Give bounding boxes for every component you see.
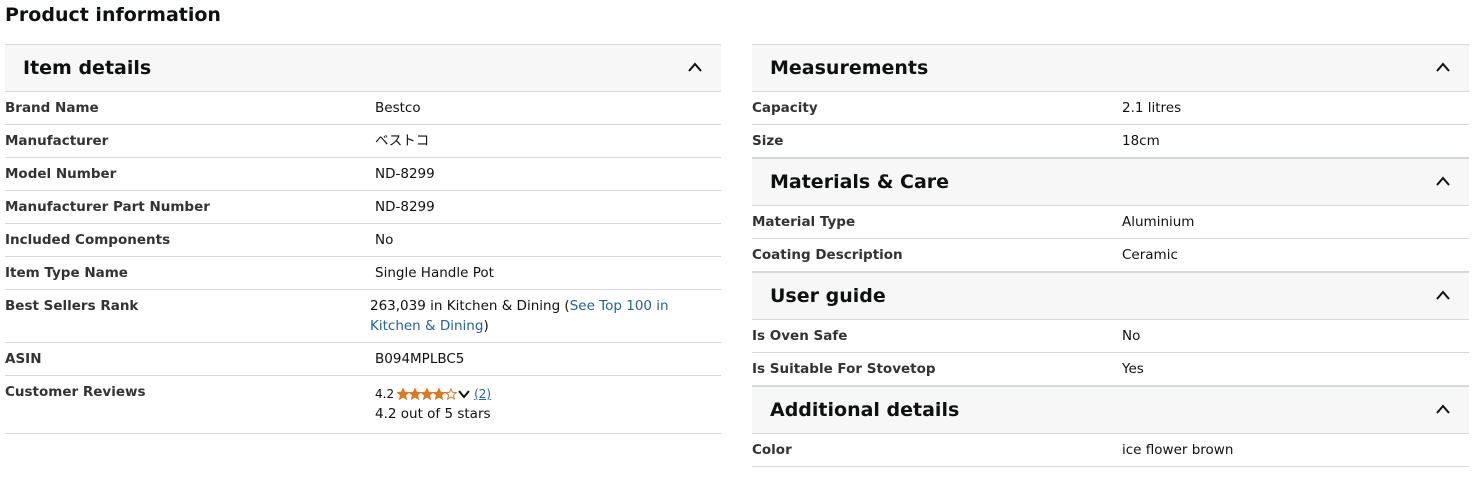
table-row: Coating Description Ceramic bbox=[752, 239, 1469, 272]
row-label: Capacity bbox=[752, 100, 818, 116]
table-row: Manufacturer ベストコ bbox=[5, 125, 721, 158]
star-icon bbox=[421, 388, 434, 400]
table-row: Brand Name Bestco bbox=[5, 92, 721, 125]
row-value: 2.1 litres bbox=[1122, 100, 1182, 116]
row-value: Single Handle Pot bbox=[375, 265, 494, 281]
rating-number: 4.2 bbox=[375, 387, 395, 401]
chevron-up-icon bbox=[1436, 290, 1450, 300]
rating-line[interactable]: 4.2 (2) bbox=[375, 384, 491, 404]
best-sellers-rank-row: Best Sellers Rank 263,039 in Kitchen & D… bbox=[5, 290, 721, 343]
row-value: ベストコ bbox=[375, 133, 430, 149]
table-row: Item Type Name Single Handle Pot bbox=[5, 257, 721, 290]
chevron-up-icon bbox=[1436, 62, 1450, 72]
row-value: ND-8299 bbox=[375, 166, 435, 182]
item-details-title: Item details bbox=[23, 57, 152, 79]
asin-value: B094MPLBC5 bbox=[375, 351, 465, 367]
materials-header[interactable]: Materials & Care bbox=[752, 158, 1469, 206]
table-row: Capacity 2.1 litres bbox=[752, 92, 1469, 125]
star-rating[interactable] bbox=[397, 388, 458, 400]
star-icon bbox=[445, 388, 458, 400]
star-icon bbox=[409, 388, 422, 400]
additional-details-header[interactable]: Additional details bbox=[752, 386, 1469, 434]
row-label: Customer Reviews bbox=[5, 384, 146, 400]
row-label: Manufacturer Part Number bbox=[5, 199, 210, 215]
specs-column: Measurements Capacity 2.1 litres Size 18… bbox=[752, 44, 1469, 467]
row-label: Color bbox=[752, 442, 792, 458]
page-title: Product information bbox=[5, 4, 221, 26]
row-label: Manufacturer bbox=[5, 133, 109, 149]
row-label: Coating Description bbox=[752, 247, 903, 263]
row-value: ND-8299 bbox=[375, 199, 435, 215]
measurements-title: Measurements bbox=[770, 57, 929, 79]
row-value: 18cm bbox=[1122, 133, 1160, 149]
row-value: Yes bbox=[1122, 361, 1144, 377]
row-label: Material Type bbox=[752, 214, 856, 230]
row-label: Is Oven Safe bbox=[752, 328, 848, 344]
reviews-value: 4.2 (2) 4.2 out of 5 stars bbox=[375, 382, 491, 424]
row-label: Size bbox=[752, 133, 784, 149]
row-value: Bestco bbox=[375, 100, 421, 116]
row-label: Included Components bbox=[5, 232, 171, 248]
customer-reviews-row: Customer Reviews 4.2 (2) 4.2 out of 5 st… bbox=[5, 376, 721, 434]
chevron-up-icon bbox=[688, 62, 702, 72]
table-row: Model Number ND-8299 bbox=[5, 158, 721, 191]
table-row: Material Type Aluminium bbox=[752, 206, 1469, 239]
materials-title: Materials & Care bbox=[770, 171, 950, 193]
table-row: Size 18cm bbox=[752, 125, 1469, 158]
row-value: Aluminium bbox=[1122, 214, 1195, 230]
star-icon bbox=[433, 388, 446, 400]
chevron-down-icon[interactable] bbox=[458, 389, 470, 399]
row-label: ASIN bbox=[5, 351, 42, 367]
rank-suffix: ) bbox=[483, 318, 489, 334]
row-label: Brand Name bbox=[5, 100, 99, 116]
table-row: Color ice flower brown bbox=[752, 434, 1469, 467]
item-details-column: Item details Brand Name Bestco Manufactu… bbox=[5, 44, 721, 434]
chevron-up-icon bbox=[1436, 176, 1450, 186]
row-value: No bbox=[375, 232, 394, 248]
additional-details-title: Additional details bbox=[770, 399, 960, 421]
item-details-header[interactable]: Item details bbox=[5, 44, 721, 92]
row-label: Best Sellers Rank bbox=[5, 298, 139, 314]
row-value: ice flower brown bbox=[1122, 442, 1234, 458]
rank-value: 263,039 in Kitchen & Dining (See Top 100… bbox=[370, 296, 710, 336]
user-guide-header[interactable]: User guide bbox=[752, 272, 1469, 320]
table-row: ASIN B094MPLBC5 bbox=[5, 343, 721, 376]
row-label: Item Type Name bbox=[5, 265, 128, 281]
star-icon bbox=[397, 388, 410, 400]
table-row: Included Components No bbox=[5, 224, 721, 257]
table-row: Manufacturer Part Number ND-8299 bbox=[5, 191, 721, 224]
rank-prefix: 263,039 in Kitchen & Dining ( bbox=[370, 298, 570, 314]
review-count-link[interactable]: (2) bbox=[474, 384, 491, 404]
row-value: No bbox=[1122, 328, 1141, 344]
user-guide-title: User guide bbox=[770, 285, 886, 307]
table-row: Is Oven Safe No bbox=[752, 320, 1469, 353]
rating-summary: 4.2 out of 5 stars bbox=[375, 406, 491, 422]
row-label: Model Number bbox=[5, 166, 117, 182]
row-label: Is Suitable For Stovetop bbox=[752, 361, 936, 377]
chevron-up-icon bbox=[1436, 404, 1450, 414]
row-value: Ceramic bbox=[1122, 247, 1178, 263]
measurements-header[interactable]: Measurements bbox=[752, 44, 1469, 92]
table-row: Is Suitable For Stovetop Yes bbox=[752, 353, 1469, 386]
